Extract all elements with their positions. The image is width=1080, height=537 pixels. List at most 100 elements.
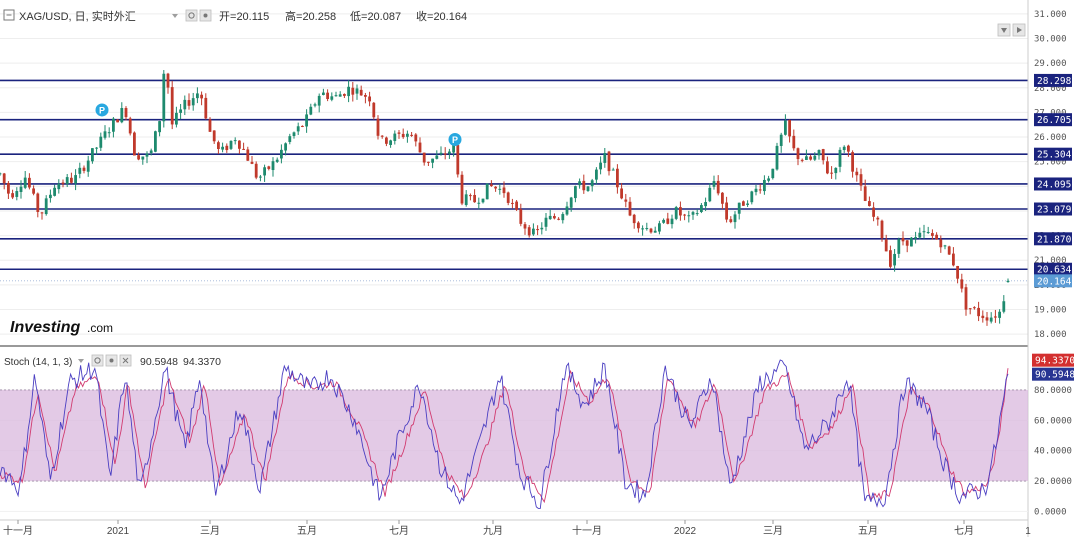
candle-body bbox=[960, 279, 964, 289]
candle-body bbox=[221, 146, 224, 150]
stoch-settings-icon[interactable] bbox=[91, 354, 104, 367]
candle-body bbox=[145, 153, 149, 157]
candle-body bbox=[700, 205, 703, 213]
candle-body bbox=[708, 187, 712, 202]
candle-body bbox=[481, 198, 485, 203]
pivot-marker[interactable]: P bbox=[448, 133, 462, 147]
candle-body bbox=[859, 174, 863, 186]
candle-body bbox=[313, 104, 317, 106]
candle-body bbox=[250, 161, 254, 164]
candle-body bbox=[695, 213, 699, 215]
ohlc-close: 收=20.164 bbox=[416, 9, 467, 23]
candle-body bbox=[893, 253, 896, 266]
stoch-visibility-icon[interactable] bbox=[105, 354, 118, 367]
candle-body bbox=[435, 155, 439, 159]
current-price-label-text: 20.164 bbox=[1037, 276, 1072, 287]
time-tick-label: 三月 bbox=[200, 525, 220, 537]
stoch-close-icon[interactable] bbox=[119, 354, 132, 367]
candle-body bbox=[737, 202, 741, 214]
candle-body bbox=[301, 125, 304, 127]
ohlc-open: 开=20.115 bbox=[219, 11, 269, 23]
candle-body bbox=[410, 134, 413, 136]
candle-body bbox=[847, 145, 850, 152]
candle-body bbox=[595, 169, 598, 180]
candle-body bbox=[582, 180, 586, 191]
time-tick-label: 九月 bbox=[483, 525, 503, 537]
candle-body bbox=[107, 132, 111, 134]
time-tick-label: 七月 bbox=[389, 525, 409, 537]
candle-body bbox=[133, 132, 136, 156]
candle-body bbox=[838, 149, 842, 167]
time-tick-label: 五月 bbox=[858, 525, 878, 537]
candle-body bbox=[473, 194, 476, 203]
candle-body bbox=[149, 150, 153, 153]
candle-body bbox=[469, 195, 472, 197]
candle-body bbox=[355, 88, 359, 94]
candle-body bbox=[65, 177, 69, 185]
scroll-right-icon[interactable] bbox=[1012, 23, 1026, 37]
candle-body bbox=[259, 176, 262, 178]
settings-icon[interactable] bbox=[185, 9, 198, 22]
candle-body bbox=[490, 184, 493, 187]
candle bbox=[775, 142, 779, 171]
level-label-text: 25.304 bbox=[1037, 150, 1072, 161]
level-label-text: 24.095 bbox=[1037, 179, 1071, 190]
candle-body bbox=[658, 223, 661, 232]
candle-body bbox=[23, 177, 27, 188]
candle bbox=[947, 245, 951, 255]
candle-body bbox=[977, 307, 980, 317]
candle-body bbox=[229, 140, 233, 149]
candle-body bbox=[309, 106, 313, 115]
candle-body bbox=[834, 167, 838, 174]
candle-body bbox=[649, 228, 653, 233]
candle-body bbox=[246, 149, 250, 161]
candle bbox=[229, 140, 233, 150]
stoch-tick-label: 20.0000 bbox=[1034, 477, 1072, 487]
candle-body bbox=[1002, 301, 1006, 312]
candle-body bbox=[931, 233, 934, 236]
candle-body bbox=[935, 234, 938, 240]
candle-body bbox=[322, 92, 325, 95]
candle-body bbox=[82, 167, 86, 171]
pivot-marker[interactable]: P bbox=[95, 103, 109, 117]
candle-body bbox=[385, 137, 388, 144]
candle-body bbox=[485, 183, 489, 200]
candle-body bbox=[372, 102, 376, 118]
candle-body bbox=[884, 239, 888, 252]
candle-body bbox=[376, 118, 380, 136]
candle-body bbox=[343, 93, 346, 96]
candle-body bbox=[548, 215, 552, 220]
candle bbox=[456, 144, 460, 178]
time-tick-label: 1 bbox=[1025, 526, 1031, 537]
stoch-d-axis-label-text: 94.3370 bbox=[1035, 356, 1075, 367]
candle-body bbox=[683, 214, 686, 216]
visibility-icon[interactable] bbox=[199, 9, 212, 22]
candle-body bbox=[460, 174, 464, 204]
candle-body bbox=[574, 186, 577, 199]
candle-body bbox=[208, 119, 212, 132]
candle-body bbox=[569, 197, 573, 208]
candle-body bbox=[733, 214, 737, 223]
candle-body bbox=[49, 194, 52, 199]
candle-body bbox=[502, 187, 506, 194]
candle-body bbox=[347, 86, 350, 97]
stoch-tick-label: 0.0000 bbox=[1034, 507, 1067, 517]
candle-body bbox=[842, 146, 846, 151]
candle-body bbox=[271, 161, 275, 171]
candle-body bbox=[645, 228, 649, 230]
candle-body bbox=[217, 142, 220, 149]
candle-body bbox=[1006, 280, 1010, 283]
investing-logo[interactable]: Investing .com bbox=[10, 319, 113, 336]
candle bbox=[254, 161, 258, 180]
candle-body bbox=[527, 227, 531, 236]
candle-body bbox=[641, 228, 644, 230]
candle-body bbox=[628, 201, 632, 216]
candle-body bbox=[103, 131, 107, 138]
stoch-tick-label: 40.0000 bbox=[1034, 447, 1072, 457]
candle-body bbox=[624, 199, 628, 202]
candle bbox=[674, 205, 678, 221]
scroll-down-icon[interactable] bbox=[997, 23, 1011, 37]
candle-body bbox=[800, 159, 804, 161]
candle-body bbox=[422, 152, 426, 163]
candle-body bbox=[44, 198, 48, 215]
